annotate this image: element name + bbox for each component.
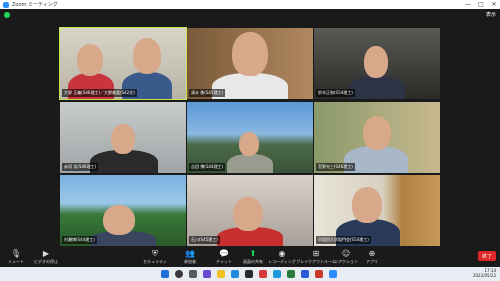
meeting-toolbar: 🎙 ミュート ▶ ビデオの停止 ⛨ セキュリティ 👥 参加者 💬 チャット ⬆ … — [0, 247, 500, 267]
participant-body — [349, 76, 405, 99]
participant-name: 宮野光三(S46理工) — [316, 163, 355, 171]
task-view-icon[interactable] — [189, 270, 197, 278]
maximize-button[interactable]: □ — [475, 0, 487, 9]
participants-icon: 👥 — [185, 249, 195, 258]
chat-icon: 💬 — [219, 249, 229, 258]
microphone-icon: 🎙 — [10, 249, 22, 258]
record-icon: ◉ — [278, 249, 286, 258]
participant-face — [363, 116, 391, 150]
mute-label: ミュート — [8, 259, 24, 264]
shield-icon: ⛨ — [152, 249, 158, 258]
participant-name: 吉田 博(S44理工) — [189, 163, 226, 171]
widgets-icon[interactable] — [203, 270, 211, 278]
close-button[interactable]: ✕ — [488, 0, 500, 9]
participant-face — [352, 187, 382, 223]
mail-icon[interactable] — [273, 270, 281, 278]
participant-face — [364, 46, 388, 78]
stop-video-button[interactable]: ▶ ビデオの停止 — [26, 249, 66, 265]
apps-button[interactable]: ⊕ アプリ — [352, 249, 392, 265]
video-tile[interactable]: 早稲田大学稲門会(S54理工) — [314, 175, 440, 246]
chat-label: チャット — [216, 259, 232, 264]
share-screen-label: 画面の共有 — [243, 259, 263, 264]
video-tile[interactable]: 宮野光三(S46理工) — [314, 102, 440, 173]
breakout-icon: ⊞ — [312, 249, 320, 258]
minimize-button[interactable]: — — [462, 0, 474, 9]
participant-name: 鈴木正和(S54理工) — [316, 89, 355, 97]
window-titlebar: Zoom ミーティング — □ ✕ — [0, 0, 500, 9]
participant-face — [103, 205, 135, 235]
search-icon[interactable] — [175, 270, 183, 278]
video-tile[interactable]: 赤羽 浩(S46理工) — [60, 102, 186, 173]
participant-name: 大野 正義(S46理工)／大野美喜(S42文) — [62, 89, 137, 97]
participant-face — [233, 197, 263, 231]
video-camera-icon: ▶ — [42, 249, 50, 258]
reaction-icon: ☺ — [341, 249, 351, 258]
view-button[interactable]: 表示 — [486, 11, 496, 18]
apps-label: アプリ — [366, 259, 378, 264]
participant-face — [239, 132, 259, 156]
record-label: レコーディング — [268, 259, 296, 264]
zoom-taskbar-icon[interactable] — [329, 270, 337, 278]
video-tile[interactable]: 吉田 博(S44理工) — [187, 102, 313, 173]
participant-name: 赤羽 浩(S46理工) — [62, 163, 99, 171]
video-tile[interactable]: 石川(S45理工) — [187, 175, 313, 246]
clock-date: 2022/05/22 — [472, 273, 496, 278]
video-tile[interactable]: 清水 勇(S45理工) — [187, 28, 313, 99]
app-icon[interactable] — [259, 270, 267, 278]
app-icon[interactable] — [287, 270, 295, 278]
apps-icon: ⊕ — [368, 249, 376, 258]
participant-name: 清水 勇(S45理工) — [189, 89, 226, 97]
powerpoint-icon[interactable] — [315, 270, 323, 278]
end-meeting-button[interactable]: 終了 — [478, 251, 496, 261]
participant-name: 早稲田大学稲門会(S54理工) — [316, 236, 371, 244]
video-tile[interactable]: 鈴木正和(S54理工) — [314, 28, 440, 99]
system-tray-clock[interactable]: 17:14 2022/05/22 — [473, 268, 496, 278]
share-screen-icon: ⬆ — [249, 249, 257, 258]
participant-face — [133, 38, 161, 74]
encryption-shield-icon[interactable] — [4, 12, 10, 18]
start-menu-icon[interactable] — [161, 270, 169, 278]
video-tile[interactable]: 村瀬博(S44理工) — [60, 175, 186, 246]
participant-name: 村瀬博(S44理工) — [62, 236, 97, 244]
video-tile[interactable]: 大野 正義(S46理工)／大野美喜(S42文) — [59, 27, 187, 100]
participant-face — [77, 44, 103, 76]
security-button[interactable]: ⛨ セキュリティ — [135, 249, 175, 265]
word-icon[interactable] — [301, 270, 309, 278]
window-title: Zoom ミーティング — [12, 2, 58, 8]
participant-name: 石川(S45理工) — [189, 236, 220, 244]
participants-label: 参加者 — [184, 259, 196, 264]
participant-face — [111, 124, 135, 154]
zoom-app-icon — [3, 1, 9, 8]
file-explorer-icon[interactable] — [217, 270, 225, 278]
meeting-area: 表示 大野 正義(S46理工)／大野美喜(S42文) 清水 勇(S45理工) 鈴… — [0, 9, 500, 247]
security-label: セキュリティ — [143, 259, 167, 264]
windows-taskbar: 17:14 2022/05/22 — [0, 267, 500, 281]
store-icon[interactable] — [245, 270, 253, 278]
edge-browser-icon[interactable] — [231, 270, 239, 278]
participant-face — [232, 32, 268, 76]
stop-video-label: ビデオの停止 — [34, 259, 58, 264]
participant-body — [227, 154, 273, 173]
